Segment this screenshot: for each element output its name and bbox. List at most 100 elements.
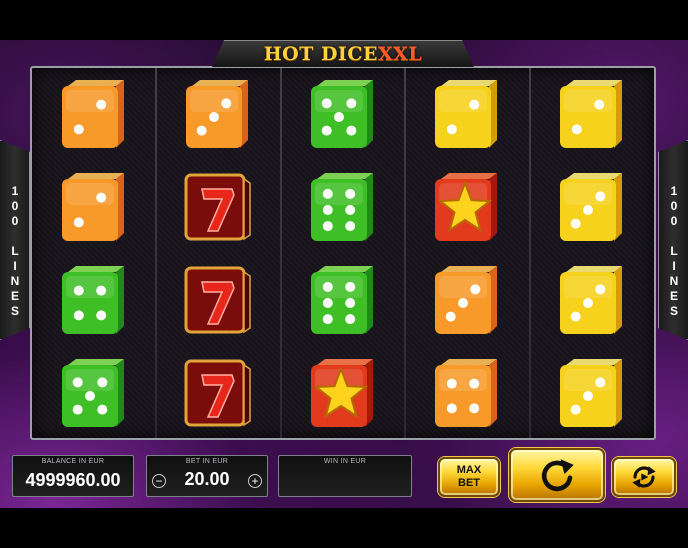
seven-symbol <box>182 171 254 243</box>
dice-pip <box>73 124 84 135</box>
reel-divider <box>155 68 158 438</box>
dice-pip <box>344 314 355 325</box>
autoplay-button[interactable] <box>612 457 676 497</box>
balance-panel: BALANCE IN EUR 4999960.00 <box>12 455 134 497</box>
dice-pip <box>469 99 480 110</box>
dice-pip <box>469 378 480 389</box>
lines-label-right: 100 LINES <box>667 183 681 319</box>
dice-pip <box>570 311 581 322</box>
dice-symbol <box>307 78 379 150</box>
refresh-icon <box>541 459 574 492</box>
dice-pip <box>96 285 107 296</box>
dice-pip <box>96 99 107 110</box>
max-bet-button[interactable]: MAX BET <box>438 457 500 497</box>
reel-divider <box>404 68 407 438</box>
star-symbol <box>307 357 379 429</box>
dice-pip <box>470 284 481 295</box>
dice-pip <box>458 298 469 308</box>
dice-pip <box>344 205 355 215</box>
dice-symbol <box>58 171 130 243</box>
dice-symbol <box>307 171 379 243</box>
dice-pip <box>344 281 355 292</box>
seven-symbol <box>182 357 254 429</box>
dice-pip <box>73 285 84 296</box>
bet-increase-button[interactable]: + <box>248 474 262 488</box>
dice-pip <box>582 391 593 401</box>
dice-pip <box>73 310 84 321</box>
game-title-accent: XXL <box>377 43 423 65</box>
balance-value: 4999960.00 <box>25 470 121 490</box>
dice-pip <box>97 377 108 388</box>
dice-symbol <box>556 78 628 150</box>
dice-pip <box>322 188 333 199</box>
game-title-main: HOT DICE <box>263 43 378 65</box>
autoplay-icon <box>632 466 656 488</box>
dice-symbol <box>556 264 628 336</box>
max-bet-line2: BET <box>458 477 480 489</box>
dice-pip <box>594 284 605 295</box>
dice-pip <box>346 125 357 136</box>
dice-pip <box>72 404 83 415</box>
win-label: WIN IN EUR <box>323 458 367 465</box>
seven-symbol <box>182 264 254 336</box>
win-panel: WIN IN EUR <box>278 455 412 497</box>
dice-symbol <box>58 357 130 429</box>
balance-label: BALANCE IN EUR <box>41 458 105 465</box>
dice-pip <box>446 378 457 389</box>
dice-symbol <box>182 78 254 150</box>
max-bet-label: MAX BET <box>440 464 498 490</box>
reel-divider <box>279 68 282 438</box>
dice-symbol <box>556 171 628 243</box>
dice-pip <box>582 298 593 308</box>
dice-pip <box>321 98 332 109</box>
dice-pip <box>469 403 480 414</box>
dice-pip <box>85 391 95 401</box>
dice-pip <box>97 404 108 415</box>
dice-pip <box>344 188 355 199</box>
max-bet-line1: MAX <box>456 464 482 476</box>
dice-symbol <box>556 357 628 429</box>
dice-pip <box>96 310 107 321</box>
dice-pip <box>322 314 333 325</box>
dice-symbol <box>307 264 379 336</box>
dice-pip <box>72 377 83 388</box>
dice-pip <box>344 298 355 308</box>
top-letterbox <box>0 0 688 40</box>
reel-divider <box>528 68 531 438</box>
dice-pip <box>346 98 357 109</box>
dice-symbol <box>58 264 130 336</box>
star-symbol <box>431 171 503 243</box>
dice-pip <box>446 403 457 414</box>
dice-pip <box>570 404 581 415</box>
dice-pip <box>593 99 604 110</box>
dice-pip <box>73 217 84 228</box>
dice-pip <box>582 205 593 215</box>
game-screen: HOT DICEXXL 100 LINES 100 LINES BALANCE … <box>0 0 688 548</box>
dice-pip <box>445 311 456 322</box>
dice-pip <box>446 124 457 135</box>
dice-pip <box>333 112 344 122</box>
dice-pip <box>322 221 333 232</box>
bet-label: BET IN EUR <box>185 458 229 465</box>
dice-pip <box>570 218 581 229</box>
dice-pip <box>322 298 333 308</box>
dice-pip <box>96 192 107 203</box>
dice-pip <box>594 191 605 202</box>
dice-pip <box>209 112 220 122</box>
dice-symbol <box>431 264 503 336</box>
bet-panel: BET IN EUR − 20.00 + <box>146 455 268 497</box>
dice-pip <box>197 125 208 136</box>
lines-label-left: 100 LINES <box>8 183 22 319</box>
reel-area <box>30 66 656 440</box>
spin-button[interactable] <box>509 448 605 502</box>
dice-symbol <box>58 78 130 150</box>
dice-pip <box>322 205 333 215</box>
dice-pip <box>571 124 582 135</box>
dice-symbol <box>431 78 503 150</box>
dice-symbol <box>431 357 503 429</box>
dice-pip <box>594 377 605 388</box>
dice-pip <box>344 221 355 232</box>
dice-pip <box>321 125 332 136</box>
lines-indicator-right: 100 LINES <box>658 140 688 340</box>
dice-pip <box>322 281 333 292</box>
